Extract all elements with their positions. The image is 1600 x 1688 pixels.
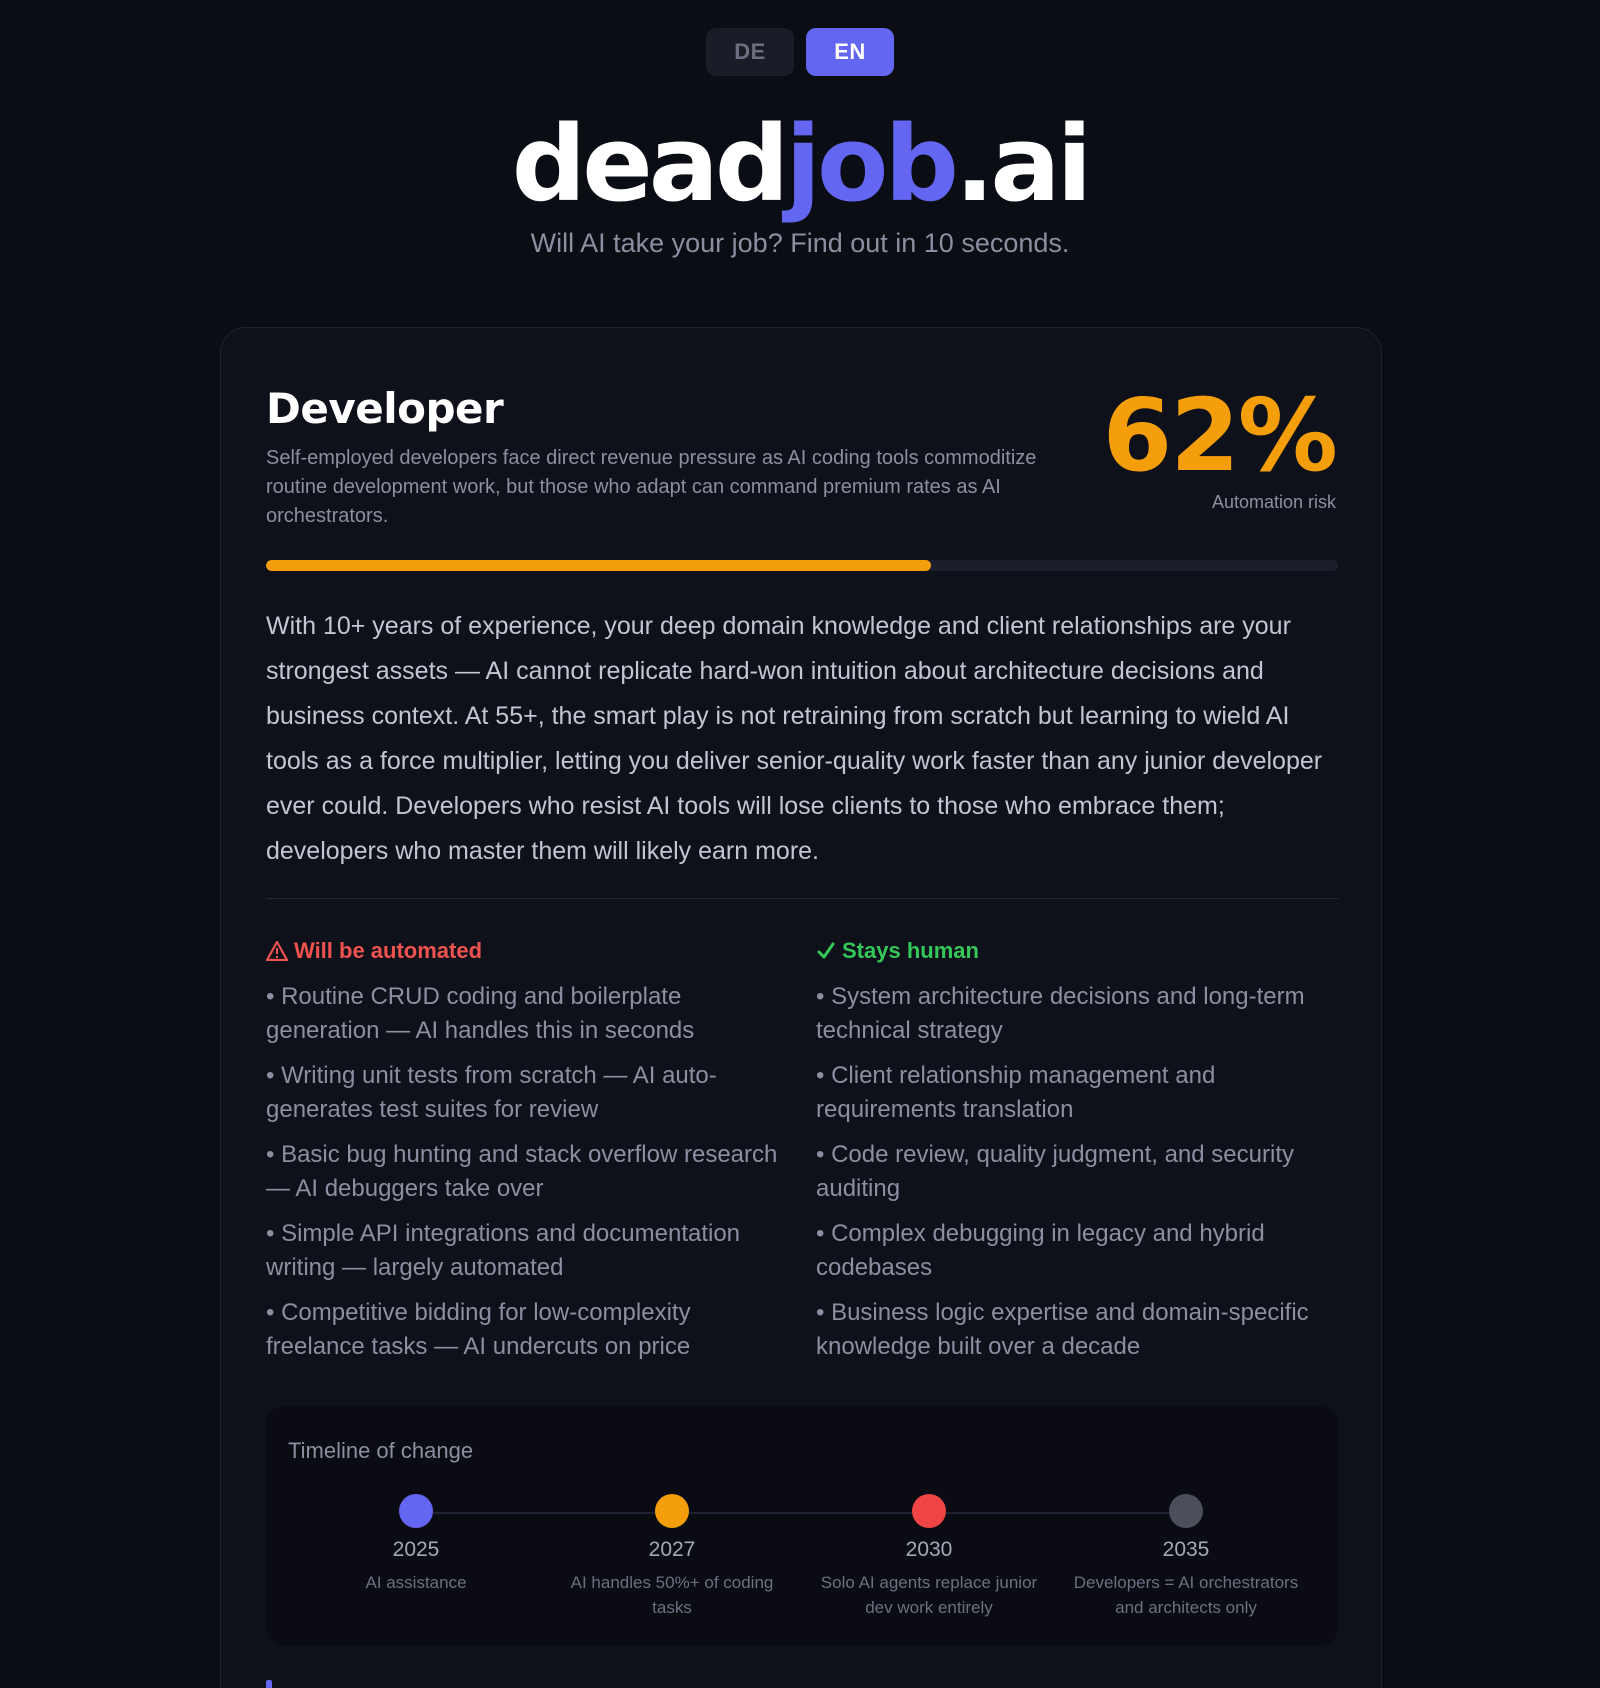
risk-progress-bar bbox=[266, 560, 1338, 571]
result-card: Developer Self-employed developers face … bbox=[220, 327, 1382, 1688]
risk-score: 62% Automation risk bbox=[1102, 377, 1338, 513]
timeline-dot bbox=[912, 1494, 946, 1528]
lang-de-button[interactable]: DE bbox=[706, 28, 794, 76]
checkmark-icon bbox=[817, 942, 835, 959]
risk-label: Automation risk bbox=[1211, 492, 1336, 512]
human-list: • System architecture decisions and long… bbox=[816, 980, 1336, 1364]
list-item: • System architecture decisions and long… bbox=[816, 983, 1305, 1044]
logo-part-job: job bbox=[785, 103, 959, 225]
job-title: Developer bbox=[266, 384, 504, 433]
logo[interactable]: deadjob.ai bbox=[0, 112, 1600, 216]
advice-text: With 10+ years of experience, your deep … bbox=[266, 612, 1323, 865]
timeline-item: 2027 AI handles 50%+ of coding tasks bbox=[552, 1494, 792, 1620]
timeline-item: 2035 Developers = AI orchestrators and a… bbox=[1066, 1494, 1306, 1620]
logo-part-dead: dead bbox=[511, 103, 790, 225]
risk-progress-fill bbox=[266, 560, 931, 571]
human-column: Stays human • System architecture decisi… bbox=[816, 938, 1336, 1375]
list-item: • Complex debugging in legacy and hybrid… bbox=[816, 1220, 1265, 1281]
timeline-panel: Timeline of change 2025 AI assistance 20… bbox=[266, 1406, 1338, 1646]
list-item: • Business logic expertise and domain-sp… bbox=[816, 1299, 1309, 1360]
language-switch: DE EN bbox=[706, 28, 894, 76]
list-item: • Basic bug hunting and stack overflow r… bbox=[266, 1141, 778, 1202]
timeline-dot bbox=[1169, 1494, 1203, 1528]
page: DE EN deadjob.ai Will AI take your job? … bbox=[0, 0, 1600, 1688]
automated-heading: Will be automated bbox=[266, 938, 786, 964]
timeline-year: 2030 bbox=[905, 1538, 953, 1561]
logo-part-ai: .ai bbox=[954, 103, 1092, 225]
automated-list: • Routine CRUD coding and boilerplate ge… bbox=[266, 980, 786, 1364]
timeline-year: 2025 bbox=[392, 1538, 440, 1561]
timeline-dot bbox=[655, 1494, 689, 1528]
timeline-desc: AI handles 50%+ of coding tasks bbox=[570, 1573, 774, 1617]
human-title: Stays human bbox=[842, 938, 979, 963]
human-heading: Stays human bbox=[816, 938, 1336, 964]
timeline-desc: Solo AI agents replace junior dev work e… bbox=[820, 1573, 1038, 1617]
timeline-item: 2025 AI assistance bbox=[296, 1494, 536, 1595]
timeline-dot bbox=[399, 1494, 433, 1528]
timeline-desc: AI assistance bbox=[365, 1573, 467, 1592]
job-summary: Self-employed developers face direct rev… bbox=[266, 447, 1037, 527]
timeline-desc: Developers = AI orchestrators and archit… bbox=[1073, 1573, 1299, 1617]
list-item: • Simple API integrations and documentat… bbox=[266, 1220, 741, 1281]
risk-value: 62% bbox=[1102, 377, 1338, 494]
timeline-title: Timeline of change bbox=[288, 1438, 474, 1463]
automated-title: Will be automated bbox=[294, 938, 483, 963]
divider bbox=[266, 898, 1338, 899]
list-item: • Routine CRUD coding and boilerplate ge… bbox=[266, 983, 695, 1044]
timeline-item: 2030 Solo AI agents replace junior dev w… bbox=[809, 1494, 1049, 1620]
section-marker bbox=[266, 1680, 272, 1688]
automated-column: Will be automated • Routine CRUD coding … bbox=[266, 938, 786, 1375]
list-item: • Code review, quality judgment, and sec… bbox=[816, 1141, 1294, 1202]
tagline: Will AI take your job? Find out in 10 se… bbox=[530, 228, 1070, 258]
timeline-year: 2027 bbox=[648, 1538, 696, 1561]
timeline-year: 2035 bbox=[1162, 1538, 1210, 1561]
lang-en-button[interactable]: EN bbox=[806, 28, 894, 76]
list-item: • Competitive bidding for low-complexity… bbox=[266, 1299, 691, 1360]
list-item: • Client relationship management and req… bbox=[816, 1062, 1216, 1123]
list-item: • Writing unit tests from scratch — AI a… bbox=[266, 1062, 717, 1123]
warning-icon bbox=[266, 941, 288, 961]
